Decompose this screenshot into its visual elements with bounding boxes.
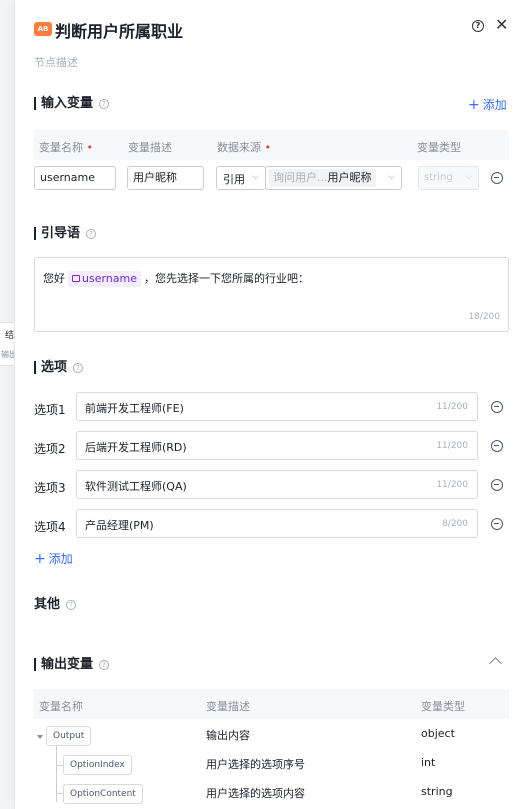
option-value: 软件测试工程师(QA) <box>85 480 187 493</box>
canvas-node-title: 结 <box>5 331 15 341</box>
var-type-placeholder: string <box>424 172 453 183</box>
source-mode-select[interactable]: 引用 ⌵ <box>216 166 266 190</box>
prompt-title: 引导语? <box>34 226 97 241</box>
option-label: 选项3 <box>34 481 66 495</box>
output-desc: 用户选择的选项序号 <box>206 758 305 771</box>
col-header: 变量类型 <box>417 141 461 154</box>
option-label: 选项1 <box>34 403 66 417</box>
var-type-select[interactable]: string ⌵ <box>418 166 479 190</box>
chevron-down-icon: ⌵ <box>388 172 395 182</box>
output-vars-table-header: 变量名称 变量描述 变量类型 <box>34 689 509 719</box>
input-vars-table-header: 变量名称 • 变量描述 数据来源 • 变量类型 <box>34 130 509 160</box>
output-node: OptionIndex <box>63 755 132 775</box>
col-header: 变量类型 <box>421 700 465 713</box>
output-desc: 输出内容 <box>206 729 250 742</box>
plus-icon: + <box>34 551 46 567</box>
other-title[interactable]: 其他? <box>34 597 77 612</box>
output-vars-title: 输出变量? <box>34 657 110 672</box>
remove-option-icon[interactable] <box>491 518 503 530</box>
prompt-text: 您好 username ，您先选择一下您所属的行业吧： <box>43 270 309 287</box>
output-vars-title-text: 输出变量 <box>41 657 94 672</box>
node-title[interactable]: 判断用户所属职业 <box>55 18 183 42</box>
input-vars-title: 输入变量? <box>34 96 110 111</box>
char-counter: 11/200 <box>436 441 468 451</box>
output-node: Output <box>46 726 92 746</box>
prompt-title-text: 引导语 <box>41 226 81 241</box>
variable-chip[interactable]: username <box>68 271 141 287</box>
var-desc-input[interactable]: 用户昵称 <box>127 166 204 190</box>
tree-line <box>56 793 63 794</box>
output-node: OptionContent <box>63 784 143 804</box>
col-header: 变量描述 <box>206 700 250 713</box>
source-ref-value: 用户昵称 <box>327 171 372 184</box>
option-input[interactable]: 软件测试工程师(QA) 11/200 <box>76 470 478 499</box>
char-counter: 18/200 <box>468 312 500 322</box>
chevron-up-icon[interactable] <box>489 657 502 670</box>
chevron-down-icon: ⌵ <box>252 172 259 182</box>
char-counter: 8/200 <box>442 519 468 529</box>
char-counter: 11/200 <box>436 402 468 412</box>
source-ref-select[interactable]: 询问用户...用户昵称 ⌵ <box>265 166 402 190</box>
add-input-var-button[interactable]: + 添加 <box>468 96 507 113</box>
col-header: 数据来源 • <box>217 141 271 154</box>
prompt-text-after: ，您先选择一下您所属的行业吧： <box>144 272 309 285</box>
option-label: 选项2 <box>34 442 66 456</box>
caret-down-icon[interactable] <box>37 735 43 739</box>
var-name-input[interactable]: username <box>34 166 116 190</box>
plus-icon: + <box>468 97 480 113</box>
remove-option-icon[interactable] <box>491 440 503 452</box>
remove-option-icon[interactable] <box>491 401 503 413</box>
question-icon[interactable]: ? <box>86 229 97 239</box>
other-title-text: 其他 <box>34 597 61 612</box>
output-type: object <box>421 727 455 740</box>
remove-input-var-icon[interactable] <box>491 172 503 184</box>
tree-line <box>56 765 63 766</box>
prompt-text-before: 您好 <box>43 272 65 285</box>
question-icon[interactable]: ? <box>66 600 77 610</box>
option-input[interactable]: 前端开发工程师(FE) 11/200 <box>76 392 478 421</box>
source-ref-prefix: 询问用户... <box>273 171 328 184</box>
close-icon[interactable]: ✕ <box>495 16 508 34</box>
question-icon[interactable]: ? <box>73 363 84 373</box>
add-option-button[interactable]: + 添加 <box>34 550 73 567</box>
col-header: 变量名称 • <box>39 141 93 154</box>
node-type-badge: AB <box>34 22 52 36</box>
option-label: 选项4 <box>34 520 66 534</box>
variable-chip-label: username <box>82 272 137 285</box>
panel-header: AB 判断用户所属职业 ? ✕ <box>15 0 520 50</box>
char-counter: 11/200 <box>436 480 468 490</box>
output-type: string <box>421 785 453 798</box>
option-value: 前端开发工程师(FE) <box>85 402 184 415</box>
node-config-panel: AB 判断用户所属职业 ? ✕ 节点描述 输入变量? + 添加 变量名称 • 变量… <box>14 0 520 809</box>
option-input[interactable]: 产品经理(PM) 8/200 <box>76 509 478 538</box>
col-header: 变量名称 <box>39 700 83 713</box>
option-input[interactable]: 后端开发工程师(RD) 11/200 <box>76 431 478 460</box>
add-label: 添加 <box>482 98 507 112</box>
question-icon[interactable]: ? <box>99 99 110 109</box>
remove-option-icon[interactable] <box>491 479 503 491</box>
output-type: int <box>421 756 436 769</box>
output-desc: 用户选择的选项内容 <box>206 787 305 800</box>
input-vars-title-text: 输入变量 <box>41 96 94 111</box>
option-value: 产品经理(PM) <box>85 519 154 532</box>
source-mode-value: 引用 <box>223 173 245 186</box>
options-title: 选项? <box>34 360 84 375</box>
help-icon[interactable]: ? <box>472 20 484 32</box>
node-description-input[interactable]: 节点描述 <box>34 54 78 70</box>
variable-icon <box>72 275 80 282</box>
chevron-down-icon: ⌵ <box>465 172 472 182</box>
prompt-editor[interactable]: 您好 username ，您先选择一下您所属的行业吧： 18/200 <box>34 257 509 332</box>
option-value: 后端开发工程师(RD) <box>85 441 187 454</box>
add-label: 添加 <box>48 552 73 566</box>
col-header: 变量描述 <box>128 141 172 154</box>
source-ref-tag: 询问用户...用户昵称 <box>269 169 376 187</box>
question-icon[interactable]: ? <box>99 660 110 670</box>
options-title-text: 选项 <box>41 360 68 375</box>
